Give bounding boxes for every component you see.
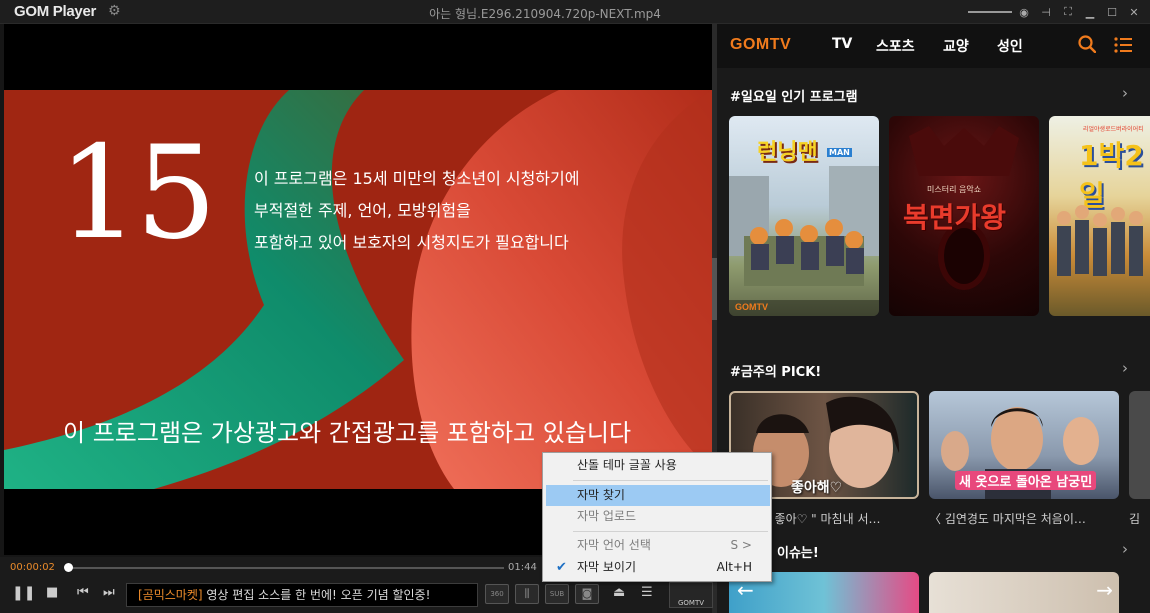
age-rating-number: 15 [58,119,217,268]
title-bar[interactable]: GOM Player ⚙ 아는 형님.E296.210904.720p-NEXT… [0,0,1150,24]
menu-item-label: 산돌 테마 글꼴 사용 [577,458,677,472]
ticker-text: 영상 편집 소스를 한 번에! 오픈 기념 할인중! [202,588,431,602]
gomtv-watermark: GOMTV [729,300,879,316]
submenu-shortcut: S > [730,538,753,552]
menu-item-shortcut: Alt+H [716,560,752,574]
list-menu-icon[interactable] [1113,35,1133,55]
menu-item-show-subtitle[interactable]: ✔ 자막 보이기 Alt+H [546,557,770,578]
pick-thumbnail[interactable]: 새 옷으로 돌아온 남궁민 [929,391,1119,499]
poster-title: 복면가왕 [903,201,1007,234]
menu-item-label: 자막 찾기 [577,488,625,502]
rating-notice: 이 프로그램은 15세 미만의 청소년이 시청하기에 부적절한 주제, 언어, … [254,163,579,259]
previous-icon[interactable]: ⏮ [77,585,89,600]
menu-item-subtitle-language[interactable]: 자막 언어 선택 S > [546,535,770,556]
chevron-right-icon[interactable]: › [1122,540,1128,558]
file-title: 아는 형님.E296.210904.720p-NEXT.mp4 [429,7,661,21]
checkmark-icon: ✔ [556,560,567,575]
menu-item-sandoll-font[interactable]: 산돌 테마 글꼴 사용 [546,455,770,476]
seek-track[interactable] [68,567,504,569]
poster-1night-2days[interactable]: 리얼야생로드버라이어티 1박2일 [1049,116,1150,316]
total-time: 01:44 [508,562,537,573]
section-title-pick: #금주의 PICK! [730,365,822,380]
equalizer-icon[interactable]: ⫼ [515,584,539,604]
menu-item-label: 자막 업로드 [577,509,637,523]
pause-icon[interactable]: ❚❚ [12,585,35,601]
stop-icon[interactable]: ■ [46,585,58,600]
rating-notice-line: 포함하고 있어 보호자의 시청지도가 필요합니다 [254,233,569,252]
poster-subtitle: 미스터리 음악쇼 [927,185,982,194]
next-icon[interactable]: ⏭ [103,585,115,600]
rating-notice-line: 이 프로그램은 15세 미만의 청소년이 시청하기에 [254,169,580,188]
nav-item-tv[interactable]: TV [832,36,852,52]
nav-item-culture[interactable]: 교양 [943,36,969,56]
volume-slider[interactable] [968,11,1012,13]
360-view-button[interactable]: 360 [485,584,509,604]
pick-caption[interactable]: 김 [1129,510,1140,527]
menu-item-upload-subtitle[interactable]: 자막 업로드 [546,506,770,527]
nav-item-sports[interactable]: 스포츠 [876,36,915,56]
menu-item-label: 자막 언어 선택 [577,538,651,552]
chevron-right-icon[interactable]: › [1122,84,1128,102]
subtitle-button[interactable]: SUB [545,584,569,604]
poster-running-man[interactable]: 런닝맨 MAN GOMTV [729,116,879,316]
maximize-icon[interactable]: ☐ [1101,6,1123,19]
minimize-icon[interactable]: ▁ [1079,6,1101,19]
gomtv-button[interactable]: GOMTV [669,582,713,608]
issue-thumbnail[interactable]: → [929,572,1119,613]
nav-item-adult[interactable]: 성인 [997,36,1023,56]
menu-item-find-subtitle[interactable]: 자막 찾기 [546,485,770,506]
volume-icon[interactable]: ◉ [1013,6,1035,19]
gomtv-logo[interactable]: GOMTV [730,36,791,54]
promo-ticker[interactable]: [곰믹스마켓] 영상 편집 소스를 한 번에! 오픈 기념 할인중! [126,583,478,607]
video-frame: 15 이 프로그램은 15세 미만의 청소년이 시청하기에 부적절한 주제, 언… [4,90,712,489]
current-time: 00:00:02 [10,562,55,573]
poster-1night-2days-art [1057,205,1143,276]
window-controls: ◉ ⊣ ⛶ ▁ ☐ ✕ [1013,2,1145,22]
section-title-issue: 이슈는! [777,546,819,561]
control-bar: ❚❚ ■ ⏮ ⏭ [곰믹스마켓] 영상 편집 소스를 한 번에! 오픈 기념 할… [0,577,713,613]
poster-title: 런닝맨 [757,140,818,165]
ticker-tag: [곰믹스마켓] [138,588,203,602]
fullscreen-icon[interactable]: ⛶ [1057,5,1079,19]
subtitle-context-menu: 산돌 테마 글꼴 사용 자막 찾기 자막 업로드 자막 언어 선택 S > ✔ 자막… [542,452,772,582]
screenshot-camera-icon[interactable]: ◙ [575,584,599,604]
gom-player-window: GOM Player ⚙ 아는 형님.E296.210904.720p-NEXT… [0,0,1150,613]
poster-subtitle: MAN [827,148,852,157]
audio-output-icon[interactable]: ⊣ [1035,6,1057,19]
gomtv-nav: GOMTV TV 스포츠 교양 성인 [717,24,1150,68]
rating-notice-line: 부적절한 주제, 언어, 모방위험을 [254,201,471,220]
pick-overlay-text: 좋아해♡ [791,480,843,496]
pick-overlay-text: 새 옷으로 돌아온 남궁민 [955,471,1097,490]
poster-masked-singer[interactable]: 미스터리 음악쇼 복면가왕 [889,116,1039,316]
arrow-right-icon[interactable]: → [1096,578,1113,602]
menu-item-label: 자막 보이기 [577,560,637,574]
pick-thumbnail[interactable] [1129,391,1150,499]
menu-separator [573,480,768,481]
ad-notice: 이 프로그램은 가상광고와 간접광고를 포함하고 있습니다 [63,419,632,447]
close-icon[interactable]: ✕ [1123,6,1145,19]
gomtv-panel: GOMTV TV 스포츠 교양 성인 #일요일 인기 프로그램 › 런닝맨 MA… [717,24,1150,613]
eject-icon[interactable]: ⏏ [613,585,625,600]
playlist-menu-icon[interactable]: ☰ [641,585,653,600]
menu-separator [573,531,768,532]
search-icon[interactable] [1078,35,1096,53]
seek-knob[interactable] [64,563,74,572]
chevron-right-icon[interactable]: › [1122,359,1128,377]
section-title-sunday: #일요일 인기 프로그램 [730,90,858,105]
pick-caption[interactable]: 〈 김연경도 마지막은 처음이… [929,510,1086,527]
